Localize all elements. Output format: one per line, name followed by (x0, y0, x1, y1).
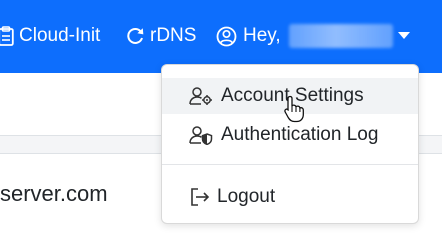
user-greeting: Hey, (243, 25, 281, 46)
user-circle-icon (216, 26, 237, 47)
user-menu-toggle[interactable]: Hey, (216, 24, 393, 48)
logout-icon (189, 187, 211, 207)
menu-divider (162, 164, 418, 165)
masked-username (288, 24, 393, 48)
clipboard-icon (0, 26, 14, 46)
menu-item-authentication-log-label: Authentication Log (221, 124, 379, 145)
user-gear-icon (189, 86, 213, 106)
nav-cloud-init-link[interactable]: Cloud-Init (0, 24, 100, 48)
hand-pointer-icon (284, 95, 304, 123)
nav-rdns-link[interactable]: rDNS (125, 24, 196, 48)
chevron-down-icon[interactable] (398, 32, 410, 39)
user-shield-icon (189, 125, 213, 145)
menu-item-logout[interactable]: Logout (162, 179, 418, 215)
nav-cloud-init-label: Cloud-Init (19, 25, 101, 46)
menu-item-logout-label: Logout (217, 186, 276, 207)
server-hostname: server.com (0, 181, 108, 206)
user-dropdown-menu: Account Settings Authentication Log Logo… (161, 64, 419, 224)
refresh-icon (125, 26, 145, 46)
top-navbar: Cloud-Init rDNS Hey, (0, 0, 442, 73)
nav-rdns-label: rDNS (150, 25, 197, 46)
